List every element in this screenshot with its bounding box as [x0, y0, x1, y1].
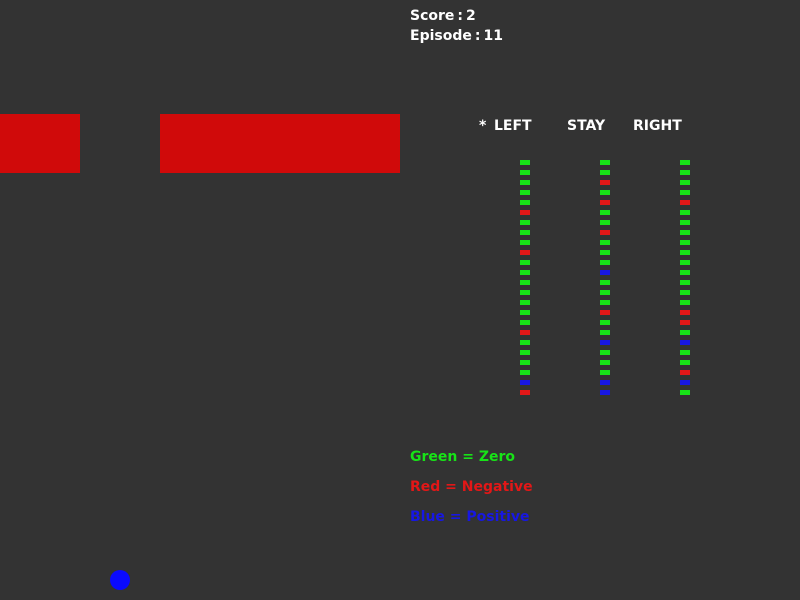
q-segment-zero [680, 290, 690, 295]
q-segment-zero [600, 260, 610, 265]
q-segment-zero [520, 240, 530, 245]
q-segment-zero [680, 210, 690, 215]
q-value-bar-stay [600, 160, 610, 400]
q-value-bar-right [680, 160, 690, 400]
q-segment-zero [680, 350, 690, 355]
q-segment-zero [680, 190, 690, 195]
q-segment-zero [680, 280, 690, 285]
legend-positive: Blue = Positive [410, 509, 530, 525]
q-segment-zero [680, 230, 690, 235]
q-segment-zero [520, 230, 530, 235]
episode-display: Episode:11 [410, 28, 503, 44]
q-segment-negative [520, 330, 530, 335]
q-segment-zero [520, 260, 530, 265]
q-segment-zero [680, 220, 690, 225]
q-segment-positive [680, 340, 690, 345]
score-label: Score [410, 8, 455, 24]
legend-zero: Green = Zero [410, 449, 515, 465]
score-separator: : [457, 8, 464, 24]
wall-block-left [0, 114, 80, 173]
q-segment-zero [680, 160, 690, 165]
q-segment-negative [680, 320, 690, 325]
q-segment-negative [600, 310, 610, 315]
legend-negative: Red = Negative [410, 479, 533, 495]
episode-label: Episode [410, 28, 472, 44]
q-segment-zero [520, 360, 530, 365]
q-segment-zero [600, 220, 610, 225]
q-segment-negative [520, 210, 530, 215]
q-segment-zero [680, 300, 690, 305]
q-segment-zero [680, 240, 690, 245]
q-segment-positive [600, 390, 610, 395]
q-segment-negative [600, 200, 610, 205]
score-display: Score:2 [410, 8, 476, 24]
q-segment-zero [600, 320, 610, 325]
q-segment-positive [680, 380, 690, 385]
q-segment-zero [520, 340, 530, 345]
q-segment-positive [600, 340, 610, 345]
episode-separator: : [474, 28, 481, 44]
q-segment-positive [600, 380, 610, 385]
episode-value: 11 [483, 28, 503, 44]
action-header-stay: STAY [567, 118, 606, 134]
q-segment-zero [520, 370, 530, 375]
q-segment-positive [600, 270, 610, 275]
q-segment-zero [600, 370, 610, 375]
q-segment-negative [520, 250, 530, 255]
q-segment-negative [600, 180, 610, 185]
q-segment-zero [600, 170, 610, 175]
q-segment-zero [680, 260, 690, 265]
q-segment-zero [680, 270, 690, 275]
q-segment-zero [520, 160, 530, 165]
score-value: 2 [466, 8, 476, 24]
q-segment-zero [600, 290, 610, 295]
q-segment-zero [680, 180, 690, 185]
q-segment-zero [600, 280, 610, 285]
q-segment-zero [600, 250, 610, 255]
q-segment-zero [520, 180, 530, 185]
q-segment-zero [520, 270, 530, 275]
q-segment-zero [600, 350, 610, 355]
q-segment-zero [600, 360, 610, 365]
q-segment-zero [520, 170, 530, 175]
q-segment-zero [600, 240, 610, 245]
q-segment-zero [520, 290, 530, 295]
action-header-left: LEFT [494, 118, 532, 134]
q-segment-negative [680, 370, 690, 375]
q-segment-negative [600, 230, 610, 235]
selected-action-marker: * [479, 118, 487, 134]
q-segment-negative [680, 310, 690, 315]
ball [110, 570, 130, 590]
q-segment-zero [520, 220, 530, 225]
action-header-right: RIGHT [633, 118, 682, 134]
q-segment-zero [680, 390, 690, 395]
q-segment-zero [600, 190, 610, 195]
q-segment-zero [680, 360, 690, 365]
q-value-bar-left [520, 160, 530, 400]
q-segment-zero [520, 300, 530, 305]
q-segment-zero [520, 190, 530, 195]
q-segment-zero [520, 350, 530, 355]
q-segment-zero [520, 320, 530, 325]
q-segment-zero [520, 310, 530, 315]
q-segment-zero [680, 170, 690, 175]
q-segment-negative [680, 200, 690, 205]
q-segment-zero [680, 330, 690, 335]
q-segment-zero [520, 280, 530, 285]
q-segment-positive [520, 380, 530, 385]
q-segment-zero [600, 330, 610, 335]
q-segment-zero [600, 300, 610, 305]
q-segment-zero [680, 250, 690, 255]
q-segment-negative [520, 390, 530, 395]
q-segment-zero [600, 210, 610, 215]
q-segment-zero [520, 200, 530, 205]
wall-block-right [160, 114, 400, 173]
q-segment-zero [600, 160, 610, 165]
game-canvas: Score:2 Episode:11 * LEFT STAY RIGHT Gre… [0, 0, 800, 600]
